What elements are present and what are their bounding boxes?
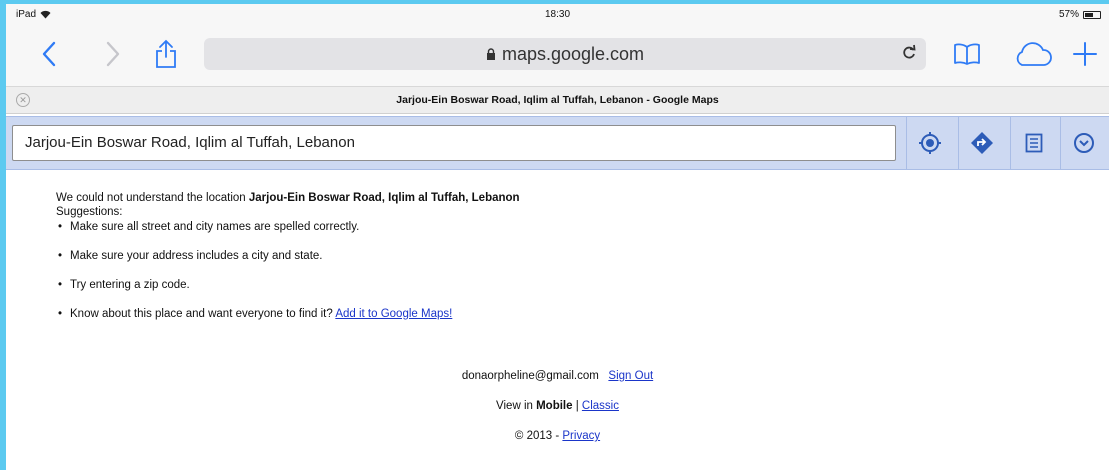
back-icon xyxy=(42,41,56,67)
share-button[interactable] xyxy=(150,36,182,72)
new-tab-icon xyxy=(1073,42,1097,66)
forward-icon xyxy=(106,41,120,67)
url-text: maps.google.com xyxy=(501,43,645,64)
bookmarks-icon xyxy=(954,43,980,65)
privacy-link[interactable]: Privacy xyxy=(562,430,600,442)
battery-percent: 57% xyxy=(1058,9,1079,20)
forward-button[interactable] xyxy=(98,36,128,72)
suggestion-text: Try entering a zip code. xyxy=(70,279,190,291)
lock-icon xyxy=(486,48,495,60)
search-input[interactable]: Jarjou-Ein Boswar Road, Iqlim al Tuffah,… xyxy=(12,125,896,161)
directions-button[interactable] xyxy=(958,117,1004,169)
view-in-label: View in xyxy=(496,400,537,412)
list-item: Make sure your address includes a city a… xyxy=(56,249,520,278)
view-separator: | xyxy=(572,400,582,412)
account-line: donaorpheline@gmail.com Sign Out xyxy=(6,370,1109,382)
error-line: We could not understand the location Jar… xyxy=(56,192,520,204)
view-mode-line: View in Mobile | Classic xyxy=(6,400,1109,412)
reload-button[interactable] xyxy=(902,44,916,65)
copyright-text: © 2013 - xyxy=(514,430,563,442)
list-icon xyxy=(1025,133,1042,153)
error-location: Jarjou-Ein Boswar Road, Iqlim al Tuffah,… xyxy=(248,192,520,204)
menu-icon xyxy=(1073,133,1094,153)
suggestions-list: Make sure all street and city names are … xyxy=(56,220,520,336)
error-prefix: We could not understand the location xyxy=(56,192,249,204)
reload-icon xyxy=(903,44,916,59)
list-item: Try entering a zip code. xyxy=(56,278,520,307)
account-email: donaorpheline@gmail.com xyxy=(461,370,599,382)
tab-bar: ✕ Jarjou-Ein Boswar Road, Iqlim al Tuffa… xyxy=(6,86,1109,114)
icloud-tabs-icon xyxy=(1016,42,1052,66)
battery-icon xyxy=(1083,10,1101,19)
my-location-icon xyxy=(918,132,941,154)
url-bar[interactable]: maps.google.com xyxy=(204,38,926,70)
suggestion-text: Make sure your address includes a city a… xyxy=(70,250,323,262)
battery-level xyxy=(1085,12,1093,17)
icloud-tabs-button[interactable] xyxy=(1010,36,1056,72)
my-location-button[interactable] xyxy=(906,117,952,169)
new-tab-button[interactable] xyxy=(1070,36,1100,72)
menu-button[interactable] xyxy=(1060,117,1106,169)
bookmarks-button[interactable] xyxy=(950,36,984,72)
ipad-screen: iPad 18:30 57% maps.google.com ✕ Jarjou-… xyxy=(6,4,1109,470)
sign-out-link[interactable]: Sign Out xyxy=(608,370,653,382)
list-button[interactable] xyxy=(1010,117,1056,169)
status-time: 18:30 xyxy=(544,9,571,20)
copyright-line: © 2013 - Privacy xyxy=(6,430,1109,442)
list-item: Make sure all street and city names are … xyxy=(56,220,520,249)
mobile-view-label: Mobile xyxy=(536,400,573,412)
directions-icon xyxy=(970,132,993,154)
share-icon xyxy=(156,39,176,68)
suggestion-text: Know about this place and want everyone … xyxy=(70,308,336,320)
status-right: 57% xyxy=(1059,9,1101,20)
status-bar: iPad 18:30 57% xyxy=(6,4,1109,26)
browser-toolbar: maps.google.com xyxy=(6,26,1109,86)
suggestions-label: Suggestions: xyxy=(56,206,123,218)
classic-view-link[interactable]: Classic xyxy=(582,400,619,412)
error-message: We could not understand the location Jar… xyxy=(56,192,520,336)
suggestion-text: Make sure all street and city names are … xyxy=(70,221,360,233)
add-to-maps-link[interactable]: Add it to Google Maps! xyxy=(335,308,452,320)
back-button[interactable] xyxy=(34,36,64,72)
tab-title[interactable]: Jarjou-Ein Boswar Road, Iqlim al Tuffah,… xyxy=(6,94,1109,106)
list-item: Know about this place and want everyone … xyxy=(56,307,520,336)
maps-search-header: Jarjou-Ein Boswar Road, Iqlim al Tuffah,… xyxy=(6,116,1109,170)
